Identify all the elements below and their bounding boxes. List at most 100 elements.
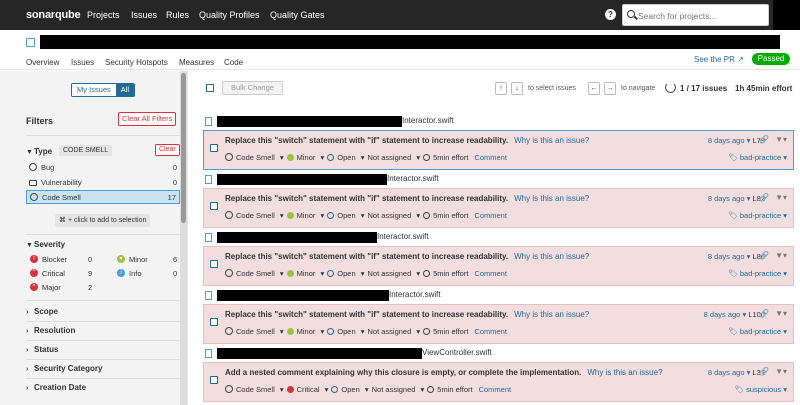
issue-age[interactable]: 8 days ago [708,194,745,203]
severity-major[interactable]: ^ Major 2 [30,282,94,293]
tab-overview[interactable]: Overview [26,58,59,67]
nav-issues[interactable]: Issues [131,10,157,20]
issue-checkbox[interactable] [210,376,218,384]
issue-message[interactable]: Add a nested comment explaining why this… [225,368,581,377]
issue-severity-dropdown[interactable]: Minor ▾ [286,211,324,220]
issue-age[interactable]: 8 days ago [708,368,745,377]
severity-info[interactable]: i Info 0 [117,268,179,279]
facet-item-vulnerability[interactable]: Vulnerability 0 [26,176,180,188]
tab-security-hotspots[interactable]: Security Hotspots [105,58,168,67]
why-is-this-an-issue-link[interactable]: Why is this an issue? [514,194,589,203]
issue-item[interactable]: Replace this "switch" statement with "if… [203,246,794,286]
issue-tag[interactable]: bad-practice [740,327,781,336]
issue-type-dropdown[interactable]: Code Smell ▾ [225,211,284,220]
bulk-change-button[interactable]: Bulk Change [222,81,283,95]
select-all-checkbox[interactable] [206,84,214,92]
issue-age[interactable]: 8 days ago [704,310,741,319]
issue-type-dropdown[interactable]: Code Smell ▾ [225,153,284,162]
facet-type-header[interactable]: ▼Type [26,147,52,156]
permalink-icon[interactable]: 🔗 [759,135,769,144]
facet-scope-header[interactable]: › Scope [26,307,58,316]
comment-button[interactable]: Comment [474,327,507,336]
issue-checkbox[interactable] [210,318,218,326]
issue-tag[interactable]: bad-practice [740,153,781,162]
nav-rules[interactable]: Rules [166,10,189,20]
issue-type-dropdown[interactable]: Code Smell ▾ [225,327,284,336]
project-name[interactable] [40,35,780,49]
issue-severity-dropdown[interactable]: Minor ▾ [286,327,324,336]
issue-message[interactable]: Replace this "switch" statement with "if… [225,136,508,145]
comment-button[interactable]: Comment [479,385,512,394]
all-issues-button[interactable]: All [115,84,135,96]
scrollbar-thumb[interactable] [181,73,186,223]
issue-assignee-dropdown[interactable]: Not assigned ▾ [367,211,420,220]
tab-measures[interactable]: Measures [179,58,214,67]
nav-projects[interactable]: Projects [87,10,120,20]
issue-status-dropdown[interactable]: Open ▾ [327,327,364,336]
filter-icon[interactable]: ▼▾ [775,135,787,144]
search-box[interactable] [622,4,769,26]
filter-icon[interactable]: ▼▾ [775,367,787,376]
why-is-this-an-issue-link[interactable]: Why is this an issue? [514,310,589,319]
clear-type-button[interactable]: Clear [155,144,180,156]
my-issues-button[interactable]: My Issues [72,84,116,96]
permalink-icon[interactable]: 🔗 [759,367,769,376]
reload-icon[interactable] [665,82,676,93]
issue-checkbox[interactable] [210,260,218,268]
permalink-icon[interactable]: 🔗 [759,309,769,318]
facet-item-bug[interactable]: Bug 0 [26,161,180,173]
filter-icon[interactable]: ▼▾ [775,193,787,202]
issue-tag[interactable]: bad-practice [740,269,781,278]
issue-tag[interactable]: bad-practice [740,211,781,220]
issue-type-dropdown[interactable]: Code Smell ▾ [225,269,284,278]
issue-checkbox[interactable] [210,202,218,210]
help-icon[interactable]: ? [605,9,616,20]
sonarqube-logo[interactable]: sonarqube [26,9,81,21]
issue-assignee-dropdown[interactable]: Not assigned ▾ [367,327,420,336]
facet-severity-header[interactable]: ▼Severity [26,240,65,249]
nav-quality-gates[interactable]: Quality Gates [270,10,325,20]
why-is-this-an-issue-link[interactable]: Why is this an issue? [514,136,589,145]
issue-age[interactable]: 8 days ago [708,136,745,145]
issue-assignee-dropdown[interactable]: Not assigned ▾ [367,153,420,162]
facet-item-code-smell[interactable]: Code Smell 17 [26,190,180,204]
issue-status-dropdown[interactable]: Open ▾ [327,269,364,278]
permalink-icon[interactable]: 🔗 [759,193,769,202]
facet-status-header[interactable]: › Status [26,345,58,354]
why-is-this-an-issue-link[interactable]: Why is this an issue? [587,368,662,377]
facet-resolution-header[interactable]: › Resolution [26,326,75,335]
issue-item[interactable]: Replace this "switch" statement with "if… [203,130,794,170]
issue-item[interactable]: Replace this "switch" statement with "if… [203,188,794,228]
issue-status-dropdown[interactable]: Open ▾ [327,211,364,220]
comment-button[interactable]: Comment [474,211,507,220]
issue-message[interactable]: Replace this "switch" statement with "if… [225,310,508,319]
issue-tag[interactable]: suspicious [746,385,781,394]
facet-creation-date-header[interactable]: › Creation Date [26,383,86,392]
facet-security-category-header[interactable]: › Security Category [26,364,102,373]
filter-icon[interactable]: ▼▾ [775,309,787,318]
search-input[interactable] [638,9,763,22]
issue-age[interactable]: 8 days ago [708,252,745,261]
issue-checkbox[interactable] [210,144,218,152]
issue-status-dropdown[interactable]: Open ▾ [331,385,369,394]
clear-all-filters-button[interactable]: Clear All Filters [118,112,177,126]
see-pr-link[interactable]: See the PR ↗ [694,55,744,64]
sidebar-scrollbar[interactable] [180,71,187,405]
issue-severity-dropdown[interactable]: Minor ▾ [286,269,324,278]
issue-message[interactable]: Replace this "switch" statement with "if… [225,194,508,203]
why-is-this-an-issue-link[interactable]: Why is this an issue? [514,252,589,261]
filter-icon[interactable]: ▼▾ [775,251,787,260]
severity-blocker[interactable]: ! Blocker 0 [30,254,94,265]
issue-assignee-dropdown[interactable]: Not assigned ▾ [367,269,420,278]
issue-status-dropdown[interactable]: Open ▾ [327,153,364,162]
nav-quality-profiles[interactable]: Quality Profiles [199,10,260,20]
severity-minor[interactable]: ▾ Minor 6 [117,254,179,265]
comment-button[interactable]: Comment [474,269,507,278]
issue-message[interactable]: Replace this "switch" statement with "if… [225,252,508,261]
issue-type-dropdown[interactable]: Code Smell ▾ [225,385,284,394]
issue-severity-dropdown[interactable]: Critical ▾ [286,385,328,394]
comment-button[interactable]: Comment [474,153,507,162]
severity-critical[interactable]: ⌃ Critical 9 [30,268,94,279]
issue-assignee-dropdown[interactable]: Not assigned ▾ [372,385,425,394]
avatar[interactable] [773,0,800,30]
